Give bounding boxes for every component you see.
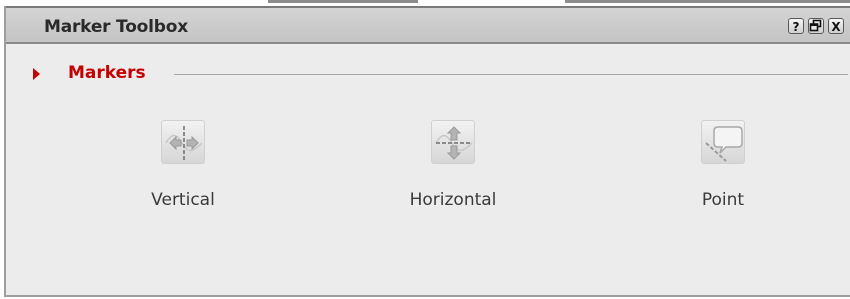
window-title: Marker Toolbox xyxy=(44,17,188,37)
vertical-label[interactable]: Vertical xyxy=(98,190,268,210)
markers-section-header[interactable]: Markers xyxy=(6,62,850,86)
markers-section-label[interactable]: Markers xyxy=(68,63,146,83)
top-edge-segment xyxy=(268,0,418,3)
top-edge-segment xyxy=(565,0,850,3)
point-marker-icon[interactable] xyxy=(701,120,745,164)
point-label[interactable]: Point xyxy=(638,190,808,210)
title-bar[interactable]: Marker Toolbox ? X xyxy=(6,6,850,44)
marker-toolbox-window: Marker Toolbox ? X Markers Vertical Hori… xyxy=(4,6,850,297)
horizontal-marker-icon[interactable] xyxy=(431,120,475,164)
collapse-arrow-icon[interactable] xyxy=(33,68,40,80)
section-divider xyxy=(174,74,848,75)
close-button[interactable]: X xyxy=(828,18,844,34)
help-button[interactable]: ? xyxy=(788,18,804,34)
horizontal-marker-tool[interactable]: Horizontal xyxy=(368,110,538,220)
point-marker-tool[interactable]: Point xyxy=(638,110,808,220)
restore-icon xyxy=(809,19,822,32)
vertical-marker-tool[interactable]: Vertical xyxy=(98,110,268,220)
restore-button[interactable] xyxy=(808,18,824,34)
horizontal-label[interactable]: Horizontal xyxy=(368,190,538,210)
vertical-marker-icon[interactable] xyxy=(161,120,205,164)
